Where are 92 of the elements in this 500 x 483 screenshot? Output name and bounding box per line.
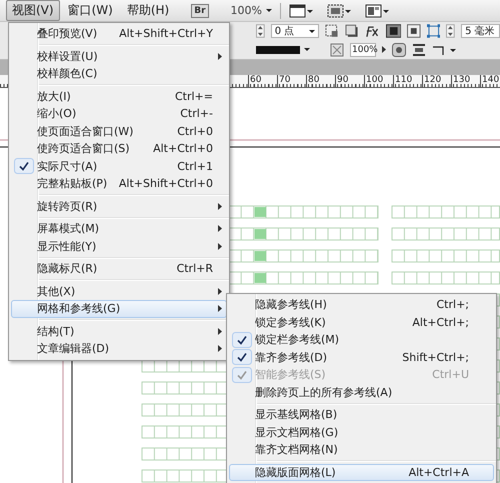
menu-item[interactable]: 锁定栏参考线(M) bbox=[229, 331, 494, 348]
zoom-level[interactable]: 100% bbox=[230, 4, 262, 17]
menu-item[interactable]: 隐藏版面网格(L) Alt+Ctrl+A bbox=[229, 464, 494, 481]
shortcut-label: Shift+Ctrl+; bbox=[402, 350, 469, 364]
shortcut-label: Ctrl+1 bbox=[177, 160, 213, 173]
ruler-label: 80 bbox=[306, 75, 335, 87]
ruler-label: 60 bbox=[248, 75, 277, 87]
menu-item[interactable]: 屏幕模式(M) bbox=[11, 220, 227, 238]
menu-item[interactable]: 使跨页适合窗口(S) Alt+Ctrl+0 bbox=[11, 140, 227, 158]
shortcut-label: Ctrl+0 bbox=[177, 124, 213, 138]
drop-shadow-icon[interactable] bbox=[344, 24, 358, 38]
screen-mode-icon[interactable] bbox=[326, 2, 351, 18]
submenu-arrow-icon bbox=[218, 202, 222, 210]
menu-item[interactable]: 显示性能(Y) bbox=[11, 238, 227, 255]
wrap-bounding-icon[interactable] bbox=[386, 24, 402, 38]
wrap-object-icon[interactable] bbox=[392, 42, 406, 57]
submenu-arrow-icon bbox=[218, 52, 222, 60]
submenu-arrow-icon bbox=[218, 305, 222, 312]
checkmark-icon bbox=[232, 349, 252, 366]
caret-icon[interactable] bbox=[309, 30, 316, 33]
frame-corners-icon[interactable] bbox=[426, 24, 440, 38]
shortcut-label: Alt+Shift+Ctrl+Y bbox=[119, 27, 213, 40]
menu-item[interactable]: 显示基线网格(B) bbox=[229, 406, 494, 424]
shortcut-label: Alt+Shift+Ctrl+0 bbox=[118, 177, 213, 190]
corner-shape-icon[interactable] bbox=[432, 44, 458, 55]
submenu-arrow-icon bbox=[218, 225, 222, 232]
wrap-jump-icon[interactable] bbox=[412, 42, 426, 57]
bridge-button[interactable]: Br bbox=[191, 4, 209, 18]
menu-item[interactable]: 校样设置(U) bbox=[11, 48, 227, 65]
clear-transform-icon[interactable] bbox=[330, 42, 344, 57]
shortcut-label: Ctrl+- bbox=[180, 107, 213, 120]
caret-icon[interactable] bbox=[304, 48, 310, 52]
shortcut-label: Alt+Ctrl+A bbox=[408, 466, 469, 479]
submenu-arrow-icon[interactable] bbox=[382, 46, 386, 54]
opacity-field[interactable]: 100% bbox=[350, 42, 376, 57]
ruler-label: 90 bbox=[335, 75, 364, 87]
shortcut-label: Ctrl+U bbox=[432, 368, 469, 382]
ruler-label: 70 bbox=[277, 75, 306, 87]
spinner-icon[interactable] bbox=[256, 24, 265, 38]
select-content-icon[interactable] bbox=[325, 24, 339, 38]
submenu-arrow-icon bbox=[218, 288, 222, 295]
stroke-weight-field[interactable]: 0 点 bbox=[270, 24, 320, 38]
menu-item[interactable]: 结构(T) bbox=[11, 322, 227, 340]
layout-panel-icon[interactable] bbox=[364, 2, 389, 18]
caret-icon[interactable] bbox=[266, 9, 272, 12]
offset-field[interactable]: 5 毫米 bbox=[461, 24, 500, 38]
menu-item[interactable]: 实际尺寸(A) Ctrl+1 bbox=[11, 158, 227, 175]
highlighted-cell bbox=[254, 207, 266, 217]
menu-title[interactable]: 窗口(W) bbox=[62, 0, 119, 21]
menu-item[interactable]: 其他(X) bbox=[11, 282, 227, 300]
checkmark-icon bbox=[14, 158, 34, 174]
checkmark-icon bbox=[232, 366, 252, 383]
shortcut-label: Alt+Ctrl+; bbox=[412, 316, 469, 329]
menu-title[interactable]: 帮助(H) bbox=[120, 0, 176, 21]
shortcut-label: Alt+Ctrl+0 bbox=[153, 142, 213, 156]
shortcut-label: Ctrl+; bbox=[436, 298, 469, 312]
menu-item[interactable]: 旋转跨页(R) bbox=[11, 198, 227, 215]
menu-item[interactable]: 删除跨页上的所有参考线(A) bbox=[229, 384, 494, 401]
highlighted-cell bbox=[254, 251, 266, 261]
frame-dropdown-icon[interactable] bbox=[288, 2, 313, 18]
menu-item[interactable]: 完整粘贴板(P) Alt+Shift+Ctrl+0 bbox=[11, 175, 227, 192]
menu-item[interactable]: 锁定参考线(K) Alt+Ctrl+; bbox=[229, 314, 494, 331]
submenu-arrow-icon bbox=[218, 328, 222, 335]
highlighted-cell bbox=[254, 229, 266, 239]
spinner-icon[interactable] bbox=[446, 24, 456, 38]
ruler-label: 100 bbox=[364, 75, 393, 87]
menu-item[interactable]: 使页面适合窗口(W) Ctrl+0 bbox=[11, 122, 227, 140]
ruler-label: 130 bbox=[451, 75, 480, 87]
menu-item[interactable]: 网格和参考线(G) bbox=[11, 300, 227, 318]
shortcut-label: Ctrl+= bbox=[174, 90, 213, 103]
menu-item[interactable]: 放大(I) Ctrl+= bbox=[11, 88, 227, 105]
menu-item[interactable]: 文章编辑器(D) bbox=[11, 340, 227, 358]
submenu-arrow-icon bbox=[218, 242, 222, 250]
menu-item[interactable]: 隐藏标尺(R) Ctrl+R bbox=[11, 260, 227, 278]
highlighted-cell bbox=[254, 273, 266, 283]
menu-item[interactable]: 叠印预览(V) Alt+Shift+Ctrl+Y bbox=[11, 25, 227, 42]
shortcut-label: Ctrl+R bbox=[176, 262, 213, 276]
menu-item[interactable]: 隐藏参考线(H) Ctrl+; bbox=[229, 296, 494, 314]
ruler-label: 140 bbox=[480, 75, 500, 87]
menu-item[interactable]: 靠齐参考线(D) Shift+Ctrl+; bbox=[229, 348, 494, 366]
menu-item[interactable]: 显示文档网格(G) bbox=[229, 424, 494, 441]
ruler-label: 110 bbox=[393, 75, 422, 87]
submenu-arrow-icon bbox=[218, 345, 222, 352]
effects-icon[interactable] bbox=[364, 24, 380, 38]
ruler-label: 120 bbox=[422, 75, 451, 87]
menu-item[interactable]: 缩小(O) Ctrl+- bbox=[11, 105, 227, 122]
menu-item[interactable]: 靠齐文档网格(N) bbox=[229, 441, 494, 458]
wrap-shape-icon[interactable] bbox=[407, 24, 421, 38]
checkmark-icon bbox=[232, 332, 252, 348]
stroke-swatch-icon[interactable] bbox=[256, 46, 300, 54]
menu-title[interactable]: 视图(V) bbox=[6, 0, 60, 21]
menu-item[interactable]: 校样颜色(C) bbox=[11, 65, 227, 82]
